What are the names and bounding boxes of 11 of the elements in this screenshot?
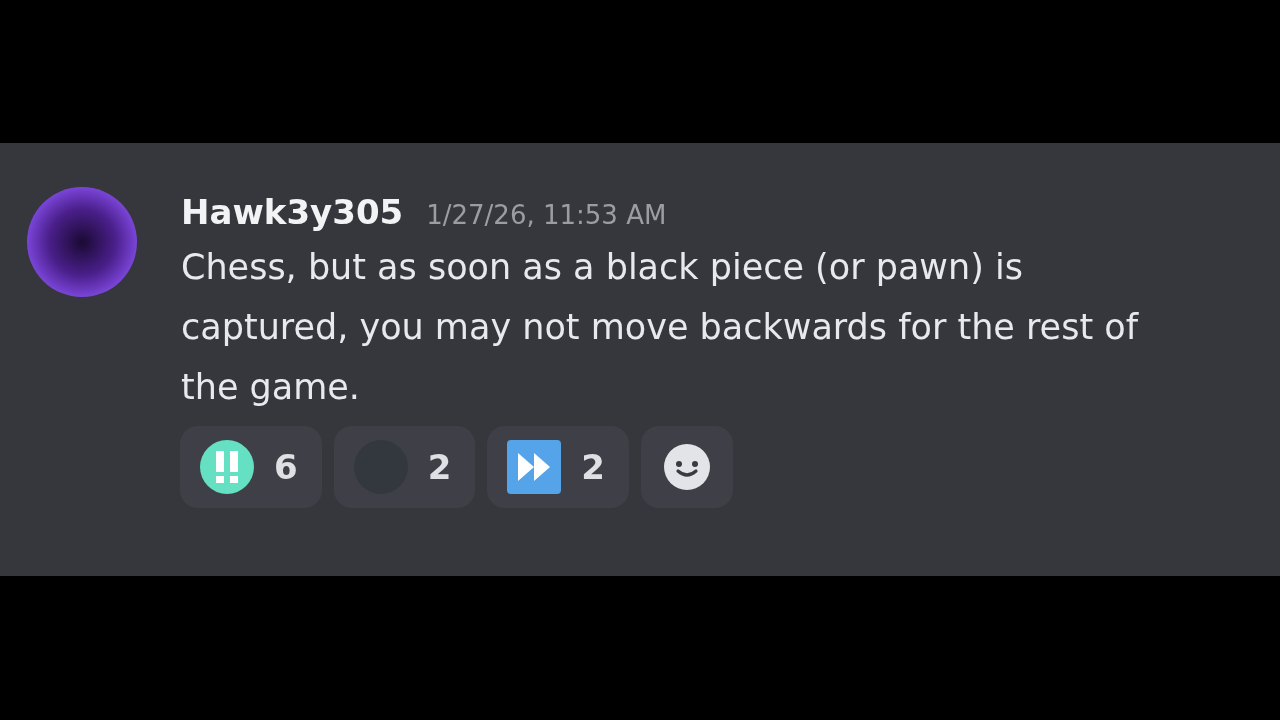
reaction-button[interactable]: 6 xyxy=(180,426,322,508)
timestamp: 1/27/26, 11:53 AM xyxy=(426,199,667,232)
add-reaction-button[interactable] xyxy=(641,426,733,508)
message-text: Chess, but as soon as a black piece (or pawn) is captured, you may not move backwards for the rest of the game. xyxy=(181,246,1140,409)
smiley-icon xyxy=(664,444,710,490)
fast-forward-icon xyxy=(507,440,562,494)
reaction-button[interactable]: 2 xyxy=(487,426,629,508)
reaction-button[interactable]: 2 xyxy=(333,426,476,508)
double-exclamation-icon xyxy=(200,440,254,494)
username[interactable]: Hawk3y305 xyxy=(181,187,404,237)
avatar-icon[interactable] xyxy=(27,187,137,297)
